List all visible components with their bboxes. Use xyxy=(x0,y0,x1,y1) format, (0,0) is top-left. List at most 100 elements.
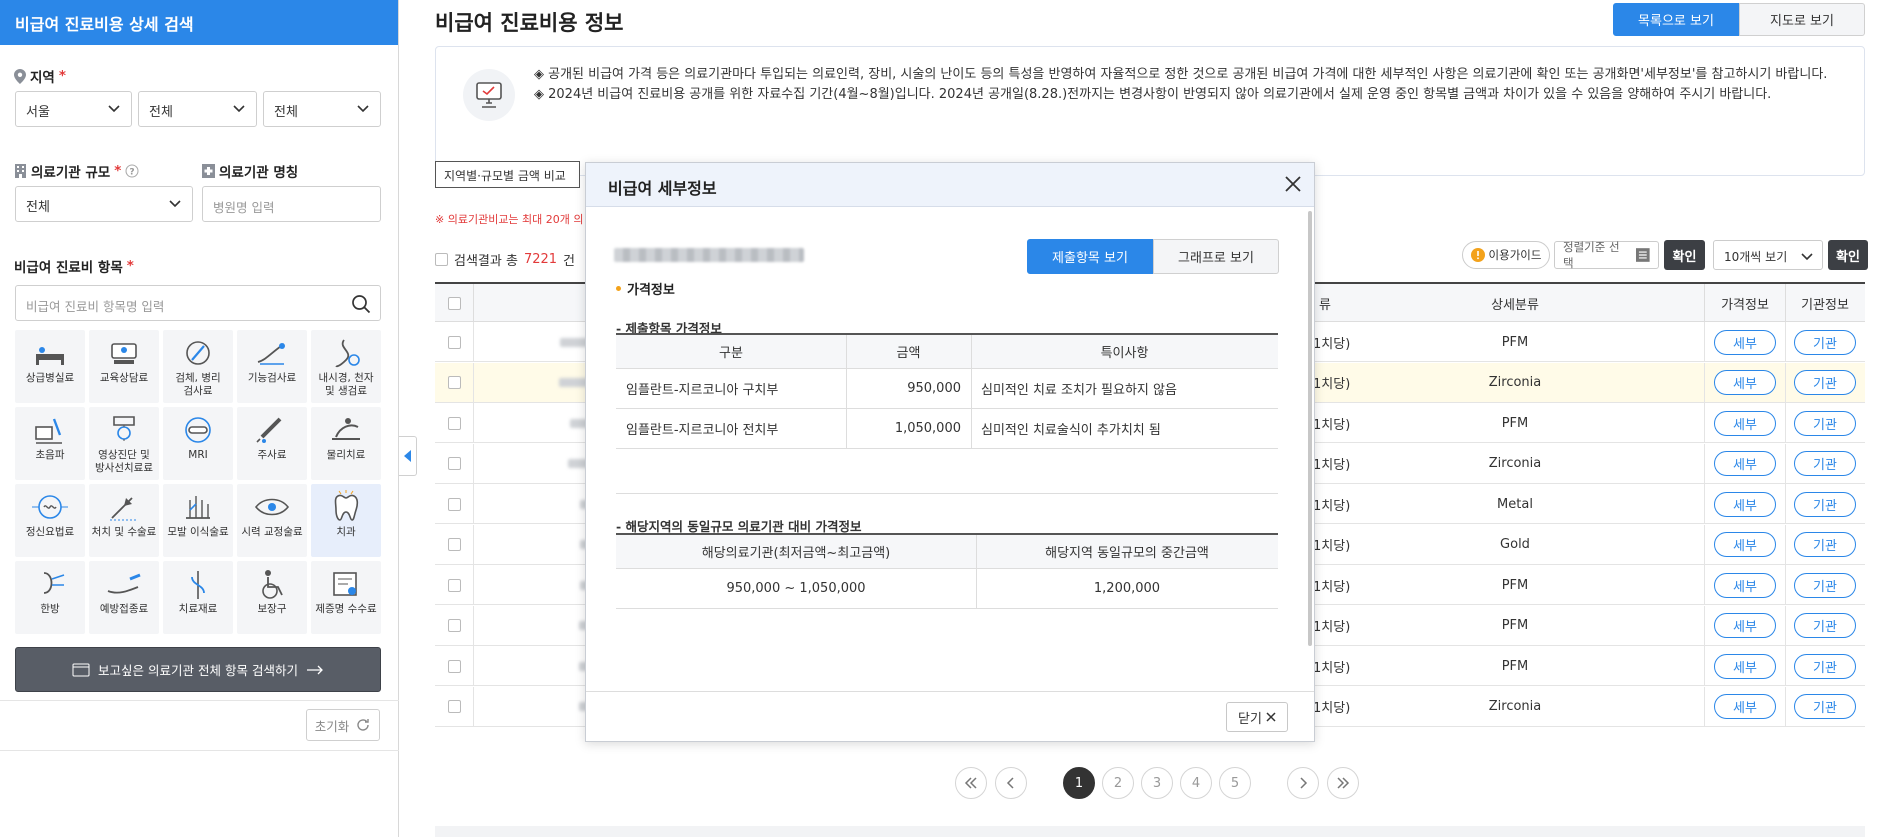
detail-button[interactable]: 세부 xyxy=(1714,532,1776,557)
category-grid: 상급병실료 교육상담료 검체, 병리 검사료 기능검사료 내시경, 천자 및 생검료초음… xyxy=(15,330,381,637)
category-specimen[interactable]: 검체, 병리 검사료 xyxy=(163,330,233,403)
endoscope-icon xyxy=(335,339,360,368)
per-page-select[interactable]: 10개씩 보기 xyxy=(1713,240,1823,270)
region-dong-select[interactable]: 전체 xyxy=(263,91,381,127)
search-all-items-button[interactable]: 보고싶은 의료기관 전체 항목 검색하기 xyxy=(15,647,381,692)
row-checkbox[interactable] xyxy=(447,619,461,632)
institution-button[interactable]: 기관 xyxy=(1794,572,1856,598)
modal-scrollbar[interactable] xyxy=(1308,211,1312,646)
region-scale-compare-button[interactable]: 지역별·규모별 금액 비교 xyxy=(435,161,580,188)
category-mri[interactable]: MRI xyxy=(163,407,233,480)
chevron-down-icon xyxy=(169,200,181,208)
category-tooth[interactable]: 치과 xyxy=(311,484,381,557)
search-icon[interactable] xyxy=(351,294,371,314)
col-divider xyxy=(846,369,847,408)
tab-graph[interactable]: 그래프로 보기 xyxy=(1153,239,1279,274)
close-button[interactable]: 닫기 xyxy=(1226,702,1288,732)
institution-button[interactable]: 기관 xyxy=(1794,491,1856,517)
detail-button[interactable]: 세부 xyxy=(1714,491,1776,517)
category-hair[interactable]: 모발 이식술료 xyxy=(163,484,233,557)
institution-button[interactable]: 기관 xyxy=(1794,653,1856,679)
location-pin-icon xyxy=(14,68,26,84)
category-endoscope[interactable]: 내시경, 천자 및 생검료 xyxy=(311,330,381,403)
detail-button[interactable]: 세부 xyxy=(1714,410,1776,436)
row-checkbox[interactable] xyxy=(447,416,461,430)
header-checkbox[interactable] xyxy=(447,296,461,310)
per-page-confirm-button[interactable]: 확인 xyxy=(1828,240,1868,270)
prev-page-button[interactable] xyxy=(995,767,1027,799)
price-cell: 세부 xyxy=(1705,322,1785,362)
detail-button[interactable]: 세부 xyxy=(1714,370,1776,395)
page-button[interactable]: 4 xyxy=(1180,767,1212,799)
usage-guide-button[interactable]: 이용가이드 xyxy=(1462,241,1550,269)
reset-button[interactable]: 초기화 xyxy=(306,709,380,741)
row-checkbox[interactable] xyxy=(447,700,461,713)
row-checkbox[interactable] xyxy=(447,335,461,349)
bullet-dot xyxy=(616,286,621,291)
detail-button[interactable]: 세부 xyxy=(1714,572,1776,598)
page-button[interactable]: 2 xyxy=(1102,767,1134,799)
sort-select[interactable]: 정렬기준 선택 xyxy=(1554,240,1659,270)
scale-select[interactable]: 전체 xyxy=(15,186,193,222)
detail-button[interactable]: 세부 xyxy=(1714,451,1776,476)
notice-line: ◈ 2024년 비급여 진료비용 공개를 위한 자료수집 기간(4월~8월)입니… xyxy=(534,87,1772,102)
institution-button[interactable]: 기관 xyxy=(1794,694,1856,719)
map-view-button[interactable]: 지도로 보기 xyxy=(1739,3,1865,36)
detail-button[interactable]: 세부 xyxy=(1714,613,1776,638)
row-checkbox[interactable] xyxy=(447,659,461,673)
page-button[interactable]: 1 xyxy=(1063,767,1095,799)
region-sido-select[interactable]: 서울 xyxy=(15,91,132,127)
detail-button[interactable]: 세부 xyxy=(1714,329,1776,355)
category-eye[interactable]: 시력 교정술료 xyxy=(237,484,307,557)
institution-button[interactable]: 기관 xyxy=(1794,451,1856,476)
category-brain[interactable]: 정신요법료 xyxy=(15,484,85,557)
page-button[interactable]: 5 xyxy=(1219,767,1251,799)
list-view-button[interactable]: 목록으로 보기 xyxy=(1613,3,1739,36)
row-checkbox[interactable] xyxy=(447,578,461,592)
row-checkbox[interactable] xyxy=(447,538,461,551)
category-physio[interactable]: 물리치료 xyxy=(311,407,381,480)
category-label: 초음파 xyxy=(35,449,65,461)
next-page-button[interactable] xyxy=(1287,767,1319,799)
institution-button[interactable]: 기관 xyxy=(1794,532,1856,557)
institution-button[interactable]: 기관 xyxy=(1794,329,1856,355)
detail-button[interactable]: 세부 xyxy=(1714,653,1776,679)
category-bed[interactable]: 상급병실료 xyxy=(15,330,85,403)
row-checkbox[interactable] xyxy=(447,457,461,470)
close-icon[interactable] xyxy=(1282,173,1304,195)
select-all-checkbox[interactable] xyxy=(435,253,448,266)
category-function-test[interactable]: 기능검사료 xyxy=(237,330,307,403)
hospital-name-input[interactable]: 병원명 입력 xyxy=(202,186,381,222)
help-icon[interactable]: ? xyxy=(125,164,139,178)
category-surgery[interactable]: 처치 및 수술료 xyxy=(89,484,159,557)
category-certificate[interactable]: 제증명 수수료 xyxy=(311,561,381,634)
category-acupuncture[interactable]: 한방 xyxy=(15,561,85,634)
category-label: 영상진단 및 방사선치료료 xyxy=(95,449,153,475)
first-page-button[interactable] xyxy=(955,767,987,799)
category-counseling[interactable]: 교육상담료 xyxy=(89,330,159,403)
tab-submitted-items[interactable]: 제출항목 보기 xyxy=(1027,239,1153,274)
col-divider xyxy=(473,322,474,362)
result-suffix: 건 xyxy=(563,254,575,269)
col-divider xyxy=(473,443,474,484)
institution-button[interactable]: 기관 xyxy=(1794,410,1856,436)
detail-button[interactable]: 세부 xyxy=(1714,694,1776,719)
row-checkbox[interactable] xyxy=(447,497,461,511)
category-wheelchair[interactable]: 보장구 xyxy=(237,561,307,634)
category-ultrasound[interactable]: 초음파 xyxy=(15,407,85,480)
last-page-button[interactable] xyxy=(1327,767,1359,799)
region-sigungu-select[interactable]: 전체 xyxy=(138,91,257,127)
sort-confirm-button[interactable]: 확인 xyxy=(1664,240,1705,270)
category-material[interactable]: 치료재료 xyxy=(163,561,233,634)
category-radiology[interactable]: 영상진단 및 방사선치료료 xyxy=(89,407,159,480)
inst-cell: 기관 xyxy=(1785,363,1865,403)
category-syringe[interactable]: 주사료 xyxy=(237,407,307,480)
item-search-input[interactable]: 비급여 진료비 항목명 입력 xyxy=(15,285,381,321)
category-vaccine[interactable]: 예방접종료 xyxy=(89,561,159,634)
institution-button[interactable]: 기관 xyxy=(1794,370,1856,395)
col-divider xyxy=(1704,362,1705,403)
sidebar-collapse-toggle[interactable] xyxy=(399,436,417,476)
row-checkbox[interactable] xyxy=(447,376,461,389)
institution-button[interactable]: 기관 xyxy=(1794,613,1856,638)
page-button[interactable]: 3 xyxy=(1141,767,1173,799)
